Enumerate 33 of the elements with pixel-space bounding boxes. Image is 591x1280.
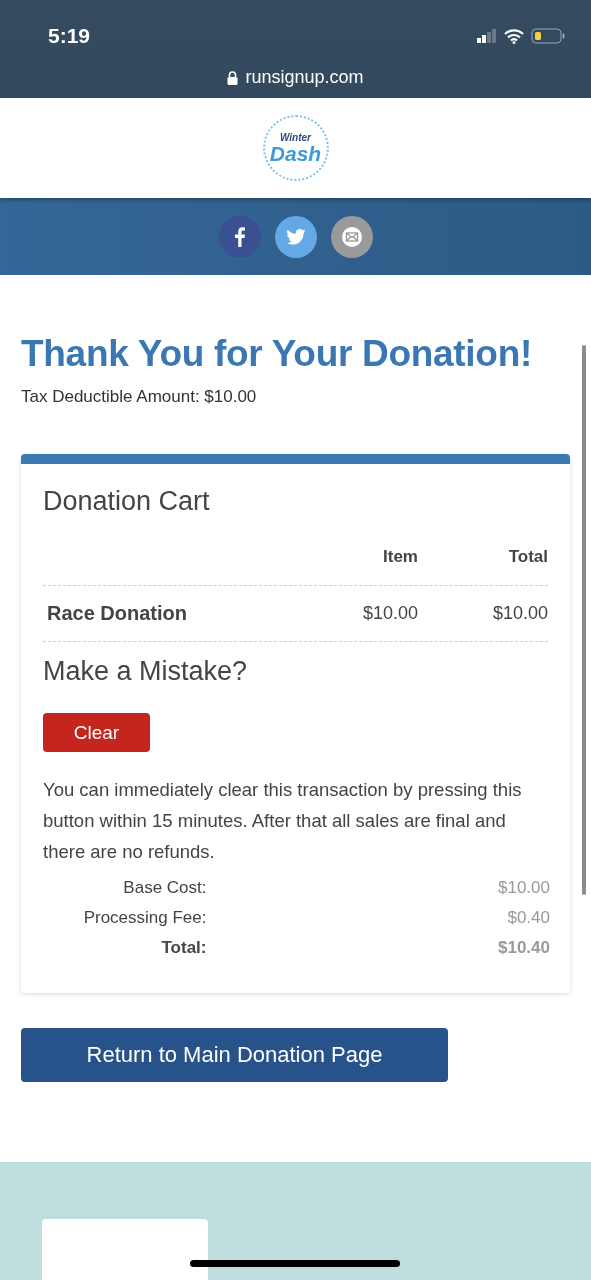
page-heading: Thank You for Your Donation!: [21, 333, 533, 375]
summary-value: $10.00: [497, 877, 550, 899]
scrollbar[interactable]: [582, 345, 586, 895]
logo-text: Winter: [280, 132, 311, 143]
bird-icon: [285, 228, 306, 245]
table-cell-text: Race Donation: [46, 602, 189, 625]
logo-text: Dash: [269, 142, 322, 164]
return-button[interactable]: Return to Main Donation Page: [21, 1028, 448, 1082]
summary-value: $0.40: [506, 907, 550, 929]
clear-button[interactable]: Clear: [43, 713, 150, 752]
signal-icon: [477, 29, 497, 43]
table-cell-text: $10.00: [491, 603, 548, 624]
table-cell-text: $10.00: [361, 603, 418, 624]
cart-title: Donation Cart: [43, 486, 211, 517]
facebook-icon: [234, 226, 245, 247]
logo-badge[interactable]: Winter Dash: [262, 115, 329, 181]
summary-label: Total:: [160, 937, 208, 959]
wifi-icon: [504, 28, 524, 44]
status-time: 5:19: [48, 24, 91, 48]
summary-label: Base Cost:: [122, 877, 208, 899]
summary-value: $10.40: [497, 937, 550, 959]
summary-label: Processing Fee:: [82, 907, 208, 929]
column-header: Item: [382, 547, 418, 567]
column-header: Total: [507, 547, 548, 567]
notice-text: You can immediately clear this transaction by pressing this button within 15 minutes. After that all sales are final and there are no refunds.: [43, 778, 523, 864]
email-share-button[interactable]: [330, 215, 373, 258]
lock-icon: [227, 70, 239, 85]
twitter-share-button[interactable]: [274, 215, 317, 258]
battery-icon: [531, 28, 565, 44]
tax-deductible-text: Tax Deductible Amount: $10.00: [21, 387, 258, 407]
envelope-icon: [340, 225, 363, 248]
mistake-heading: Make a Mistake?: [43, 656, 249, 687]
url-text[interactable]: runsignup.com: [245, 67, 364, 88]
